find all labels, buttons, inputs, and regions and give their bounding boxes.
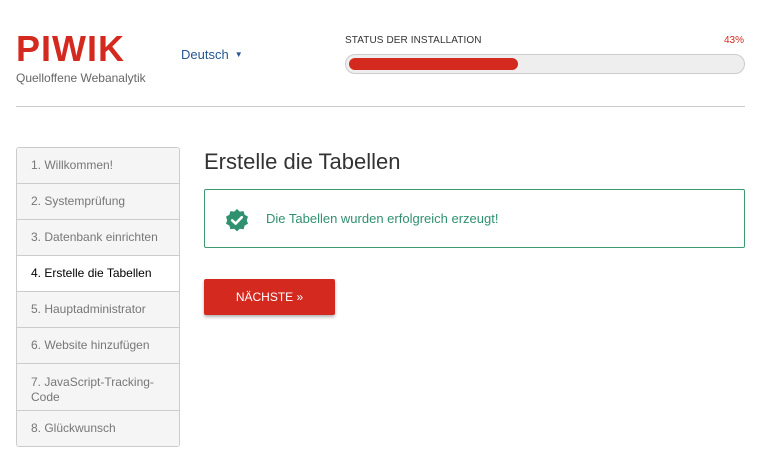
step-welcome[interactable]: 1. Willkommen! — [17, 148, 179, 184]
check-badge-icon — [226, 209, 248, 232]
install-steps-list: 1. Willkommen! 2. Systemprüfung 3. Daten… — [16, 147, 180, 447]
install-progress-bar — [345, 54, 745, 74]
next-button[interactable]: NÄCHSTE » — [204, 279, 335, 315]
step-database-setup[interactable]: 3. Datenbank einrichten — [17, 220, 179, 256]
piwik-logo: PIWIK Quelloffene Webanalytik — [16, 28, 146, 86]
step-system-check[interactable]: 2. Systemprüfung — [17, 184, 179, 220]
step-super-user[interactable]: 5. Hauptadministrator — [17, 292, 179, 328]
language-selector[interactable]: Deutsch ▼ — [181, 47, 243, 62]
success-notification: Die Tabellen wurden erfolgreich erzeugt! — [204, 189, 745, 248]
page-title: Erstelle die Tabellen — [204, 149, 401, 174]
header-divider — [16, 106, 745, 107]
step-tracking-code[interactable]: 7. JavaScript-Tracking-Code — [17, 364, 179, 411]
step-congratulations[interactable]: 8. Glückwunsch — [17, 411, 179, 446]
success-message: Die Tabellen wurden erfolgreich erzeugt! — [266, 211, 499, 226]
step-add-website[interactable]: 6. Website hinzufügen — [17, 328, 179, 364]
logo-text: PIWIK — [16, 28, 125, 69]
install-status-label: STATUS DER INSTALLATION — [345, 35, 482, 46]
install-progress-fill — [349, 58, 518, 70]
tagline: Quelloffene Webanalytik — [16, 71, 146, 85]
step-create-tables[interactable]: 4. Erstelle die Tabellen — [17, 256, 179, 292]
language-label[interactable]: Deutsch — [181, 47, 229, 62]
install-status-percent: 43% — [723, 35, 744, 46]
chevron-down-icon[interactable]: ▼ — [235, 50, 243, 59]
